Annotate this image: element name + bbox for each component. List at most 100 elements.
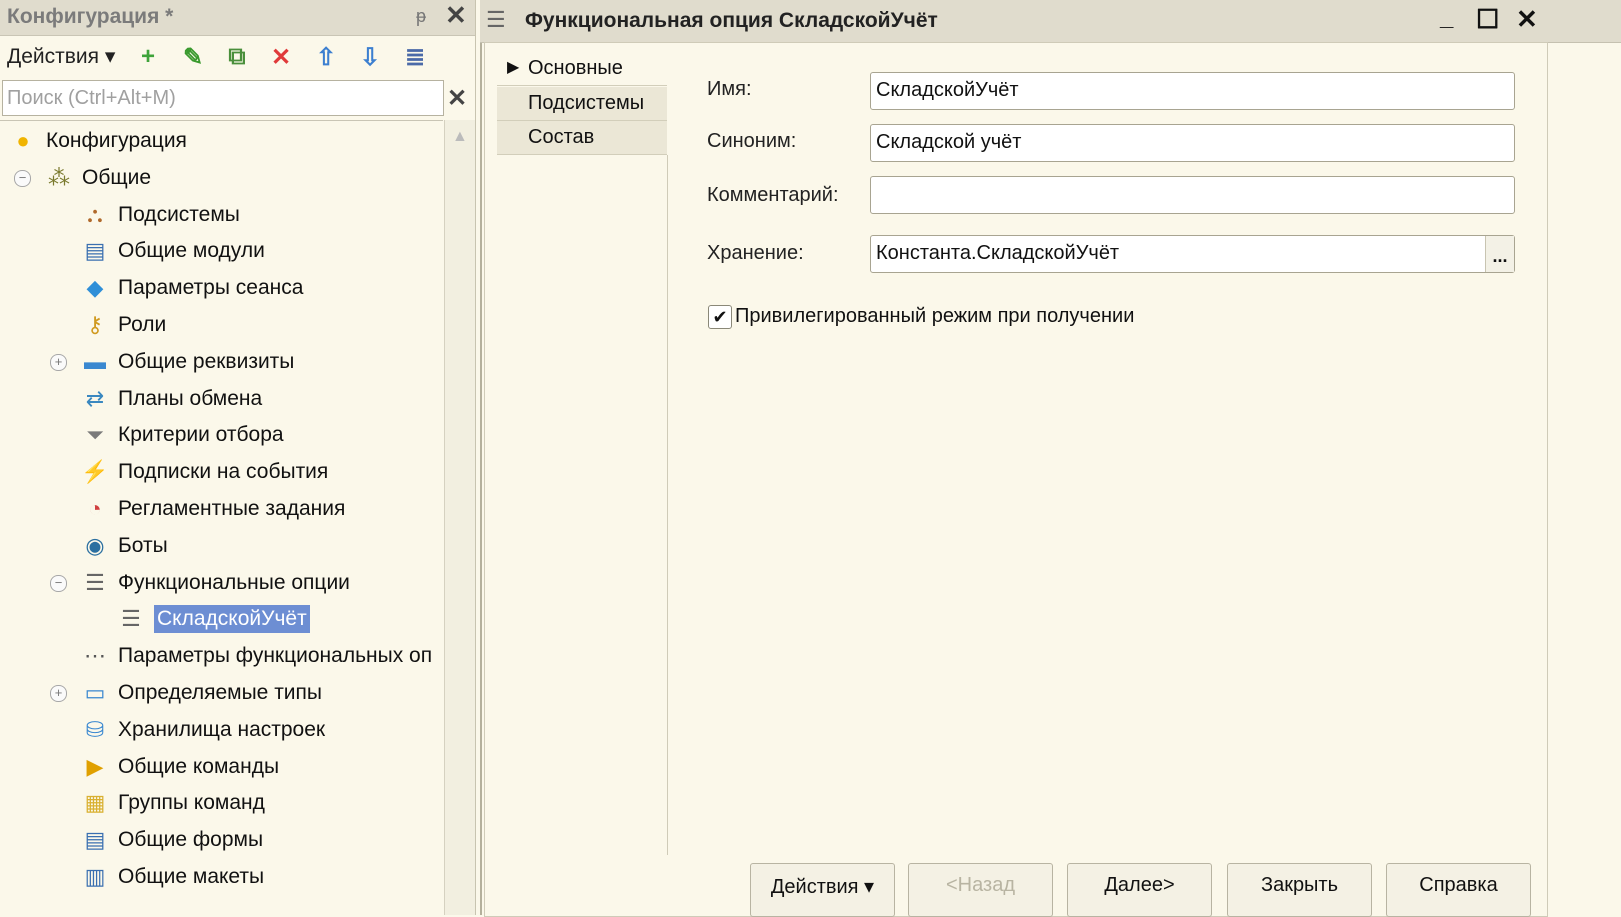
tree-item-label: Хранилища настроек	[118, 717, 326, 741]
active-tab-marker-icon: ▶	[507, 59, 520, 76]
actions-menu-button[interactable]: Действия ▾	[7, 44, 115, 69]
tree-item[interactable]: ▤ Общие модули	[80, 233, 265, 269]
tree-item[interactable]: + ▭ Определяемые типы	[50, 675, 323, 711]
copy-icon[interactable]: ⧉	[222, 42, 252, 72]
next-button[interactable]: Далее>	[1067, 863, 1212, 917]
window-title: Функциональная опция СкладскойУчёт	[525, 9, 938, 32]
back-button[interactable]: <Назад	[908, 863, 1053, 917]
tree-item[interactable]: ⛁ Хранилища настроек	[80, 712, 325, 748]
tree-item[interactable]: ◆ Параметры сеанса	[80, 270, 304, 306]
common-templates-icon: ▥	[84, 864, 106, 889]
tree-item[interactable]: ⚡ Подписки на события	[80, 454, 328, 490]
expand-icon[interactable]: +	[50, 685, 67, 702]
storage-value: Константа.СкладскойУчёт	[876, 242, 1120, 264]
tree-item-label: Критерии отбора	[118, 423, 284, 447]
name-value: СкладскойУчёт	[876, 79, 1019, 101]
close-panel-icon[interactable]: ✕	[445, 0, 467, 31]
common-attributes-icon: ▬	[84, 348, 106, 374]
configuration-toolbar: Действия ▾ + ✎ ⧉ ✕ ⇧ ⇩ ≣	[0, 38, 475, 78]
actions-button-label: Действия ▾	[770, 876, 875, 898]
configuration-tree: ● Конфигурация − ⁂ Общие ⛬ Подсистемы ▤ Общие мо…	[0, 120, 443, 916]
tree-item-label: Подсистемы	[118, 202, 240, 226]
tab-composition[interactable]: Состав	[497, 121, 667, 155]
exchange-plans-icon: ⇄	[85, 385, 105, 411]
scheduled-jobs-icon: ◔	[88, 496, 102, 521]
scroll-up-icon[interactable]: ▲	[452, 128, 468, 146]
tree-item[interactable]: + ▬ Общие реквизиты	[50, 344, 294, 380]
tree-item[interactable]: ▥ Общие макеты	[80, 859, 265, 895]
common-commands-icon: ▶	[86, 753, 104, 779]
search-input[interactable]	[3, 81, 441, 115]
move-down-icon[interactable]: ⇩	[355, 42, 385, 72]
tab-composition-label: Состав	[528, 126, 595, 148]
tab-subsystems-label: Подсистемы	[528, 92, 645, 114]
configuration-icon: ●	[16, 128, 30, 153]
tree-item-label: Роли	[118, 313, 167, 336]
close-button-label: Закрыть	[1260, 874, 1339, 896]
privileged-mode-checkbox[interactable]: ✔	[708, 305, 732, 329]
tree-item[interactable]: ⋯ Параметры функциональных оп	[80, 638, 432, 674]
tree-item[interactable]: − ☰ Функциональные опции	[50, 565, 350, 601]
tree-item[interactable]: ▤ Общие формы	[80, 822, 263, 858]
tree-item[interactable]: ● Конфигурация	[8, 123, 187, 159]
tree-item[interactable]: ◉ Боты	[80, 528, 167, 564]
next-button-label: Далее>	[1104, 874, 1175, 896]
roles-icon: ⚷	[86, 312, 104, 337]
common-icon: ⁂	[48, 164, 70, 190]
functional-option-icon: ☰	[486, 7, 506, 32]
synonym-field[interactable]: Складской учёт	[870, 124, 1515, 162]
collapse-icon[interactable]: −	[50, 574, 67, 592]
sort-icon[interactable]: ≣	[400, 42, 430, 72]
actions-button[interactable]: Действия ▾	[750, 863, 895, 917]
tree-item[interactable]: ◔ Регламентные задания	[80, 491, 345, 527]
tree-item-label: Общие команды	[118, 754, 280, 778]
tree-item[interactable]: ⛬ Подсистемы	[80, 197, 240, 233]
expand-icon[interactable]: +	[50, 353, 67, 371]
session-parameters-icon: ◆	[86, 275, 104, 301]
common-modules-icon: ▤	[84, 238, 106, 264]
tree-item[interactable]: − ⁂ Общие	[14, 160, 152, 196]
help-button[interactable]: Справка	[1386, 863, 1531, 917]
tree-item-label: Параметры сеанса	[118, 276, 304, 300]
add-icon[interactable]: +	[133, 42, 163, 72]
tree-item[interactable]: ☰ СкладскойУчёт	[116, 601, 310, 637]
maximize-icon[interactable]: ☐	[1476, 4, 1499, 35]
tree-item-label: Общие модули	[118, 239, 265, 263]
tab-main-label: Основные	[528, 57, 623, 79]
search-clear-icon[interactable]: ✕	[447, 84, 467, 113]
name-field[interactable]: СкладскойУчёт	[870, 72, 1515, 110]
tree-item-label: Общие	[82, 165, 152, 189]
edit-icon[interactable]: ✎	[178, 42, 208, 72]
configuration-panel-title: Конфигурация *	[7, 5, 174, 28]
tree-item-label: Определяемые типы	[118, 681, 323, 704]
tree-item[interactable]: ▶ Общие команды	[80, 749, 280, 785]
tab-subsystems[interactable]: Подсистемы	[497, 87, 667, 121]
storage-field[interactable]: Константа.СкладскойУчёт ...	[870, 235, 1515, 273]
tree-item[interactable]: ⏷ Критерии отбора	[80, 417, 284, 453]
tree-item-label: Общие макеты	[118, 865, 265, 888]
tab-main[interactable]: ▶ Основные	[497, 52, 667, 86]
minimize-icon[interactable]: _	[1440, 4, 1453, 32]
collapse-icon[interactable]: −	[14, 169, 31, 187]
storage-label: Хранение:	[707, 242, 804, 264]
tree-item[interactable]: ⇄ Планы обмена	[80, 381, 262, 417]
tree-item-label: Регламентные задания	[118, 497, 346, 520]
pin-icon[interactable]: ᵽ	[416, 6, 426, 27]
tree-item[interactable]: ▦ Группы команд	[80, 785, 265, 821]
tree-item[interactable]: ⚷ Роли	[80, 307, 166, 343]
move-up-icon[interactable]: ⇧	[311, 42, 341, 72]
comment-field[interactable]	[870, 176, 1515, 214]
tree-item-label: Планы обмена	[118, 386, 263, 410]
filter-criteria-icon: ⏷	[86, 422, 104, 448]
synonym-value: Складской учёт	[876, 131, 1022, 153]
tree-item-label: Общие формы	[118, 828, 264, 852]
storage-select-button[interactable]: ...	[1485, 236, 1514, 272]
close-window-icon[interactable]: ✕	[1516, 4, 1538, 35]
tree-scrollbar[interactable]: ▲	[444, 120, 475, 915]
defined-types-icon: ▭	[84, 680, 106, 705]
delete-icon[interactable]: ✕	[266, 42, 296, 72]
functional-options-icon: ☰	[85, 569, 105, 595]
close-button[interactable]: Закрыть	[1227, 863, 1372, 917]
settings-storages-icon: ⛁	[85, 716, 105, 742]
event-subscriptions-icon: ⚡	[81, 459, 109, 485]
